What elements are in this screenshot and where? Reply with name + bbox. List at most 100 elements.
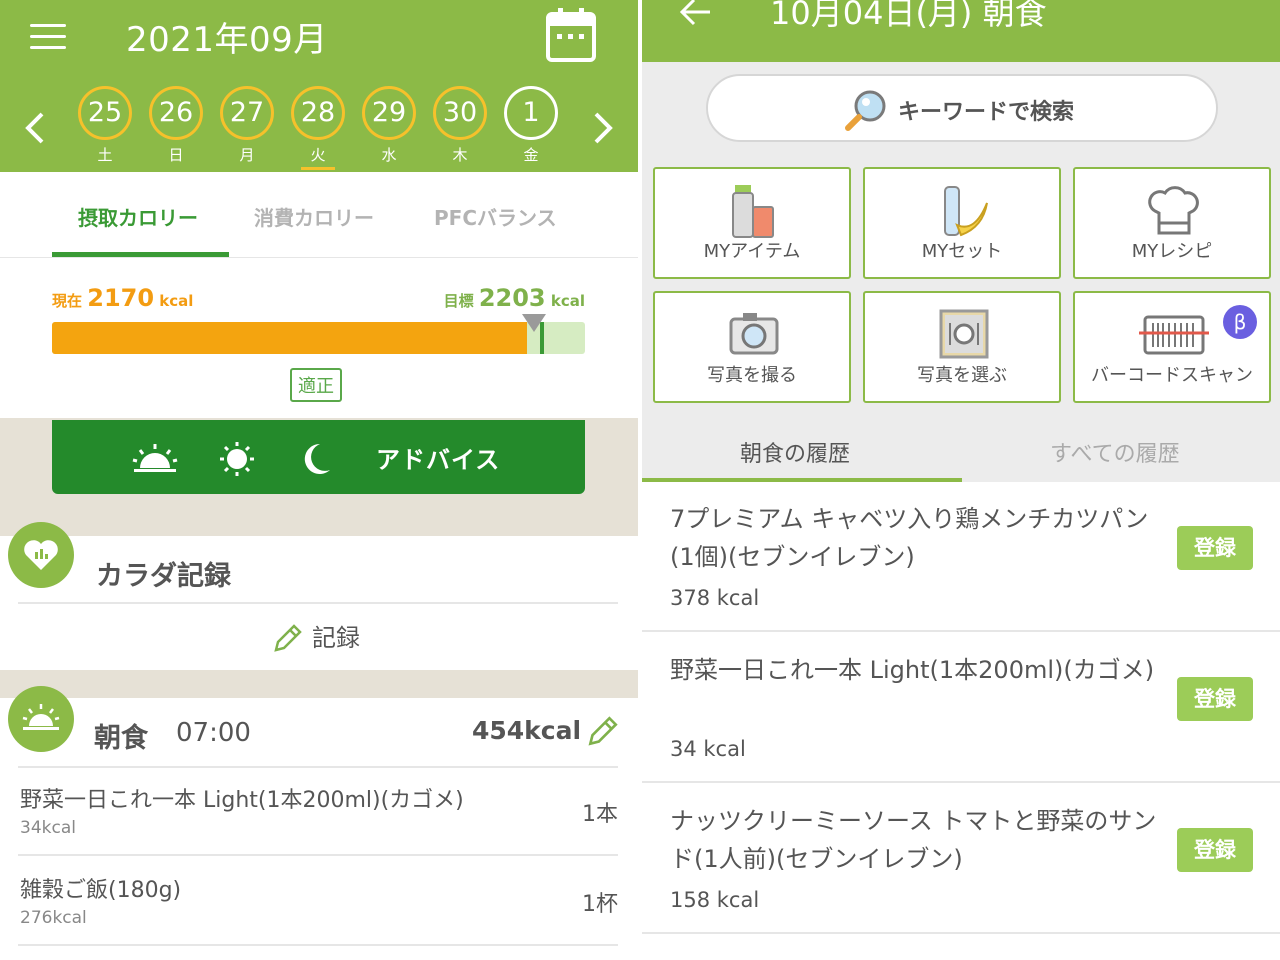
food-quantity: 1杯 <box>582 892 618 917</box>
weekday-label: 土 <box>97 146 113 164</box>
day-25[interactable]: 25 土 <box>78 86 132 165</box>
food-item[interactable]: 雑穀ご飯(180g) 276kcal 1杯 <box>20 872 620 928</box>
day-26[interactable]: 26 日 <box>149 86 203 165</box>
photo-icon <box>939 309 989 359</box>
edit-pencil-icon[interactable] <box>584 714 620 750</box>
prev-week-icon[interactable] <box>20 108 48 155</box>
weekday-label: 火 <box>301 144 335 170</box>
my-set-icon <box>944 186 988 237</box>
divider <box>18 766 618 768</box>
divider <box>18 854 618 856</box>
goal-calories: 目標 2203 kcal <box>444 284 585 312</box>
register-button[interactable]: 登録 <box>1177 677 1253 721</box>
divider <box>18 602 618 604</box>
day-29[interactable]: 29 水 <box>362 86 416 165</box>
tab-burned-calories[interactable]: 消費カロリー <box>254 202 374 231</box>
tab-all-history[interactable]: すべての履歴 <box>1050 436 1180 468</box>
day-number: 30 <box>433 86 487 140</box>
body-record-title: カラダ記録 <box>96 561 231 592</box>
day-number: 26 <box>149 86 203 140</box>
day-number: 28 <box>291 86 345 140</box>
page-title: 10月04日(月) 朝食 <box>770 0 1047 32</box>
record-button[interactable]: 記録 <box>270 618 360 656</box>
my-item-icon <box>732 185 774 238</box>
month-title: 2021年09月 <box>126 20 328 60</box>
background-band <box>0 670 638 698</box>
tab-breakfast-history[interactable]: 朝食の履歴 <box>740 436 850 468</box>
back-arrow-icon[interactable] <box>676 0 716 30</box>
food-item[interactable]: 野菜一日これ一本 Light(1本200ml)(カゴメ) 34kcal 1本 <box>20 782 620 838</box>
goal-label: 目標 <box>443 292 474 310</box>
history-item-name: 野菜一日これ一本 Light(1本200ml)(カゴメ) <box>670 656 1155 684</box>
weekday-label: 水 <box>381 146 397 164</box>
weekday-label: 月 <box>239 146 255 164</box>
my-recipe-label: MYレシピ <box>1131 241 1213 262</box>
goal-pointer-icon <box>522 314 546 332</box>
history-item-name: 7プレミアム キャベツ入り鶏メンチカツパン(1個)(セブンイレブン) <box>670 505 1149 571</box>
day-1[interactable]: 1 金 <box>504 86 558 165</box>
advice-button[interactable]: アドバイス <box>52 420 585 494</box>
my-item-label: MYアイテム <box>703 241 801 262</box>
history-item[interactable]: 7プレミアム キャベツ入り鶏メンチカツパン(1個)(セブンイレブン) 378 k… <box>642 482 1280 632</box>
tab-intake-calories[interactable]: 摂取カロリー <box>78 202 198 231</box>
history-item-name: ナッツクリーミーソース トマトと野菜のサンド(1人前)(セブンイレブン) <box>670 807 1157 873</box>
register-button[interactable]: 登録 <box>1177 526 1253 570</box>
divider <box>18 944 618 946</box>
sunrise-icon <box>132 444 178 472</box>
left-screen: 2021年09月 25 土 26 日 27 月 28 火 29 水 30 木 1… <box>0 0 638 960</box>
pencil-icon <box>274 624 302 652</box>
day-27[interactable]: 27 月 <box>220 86 274 165</box>
tab-pfc-balance[interactable]: PFCバランス <box>434 202 557 231</box>
history-item[interactable]: ナッツクリーミーソース トマトと野菜のサンド(1人前)(セブンイレブン) 158… <box>642 784 1280 934</box>
meal-name: 朝食 <box>94 723 148 754</box>
calorie-progress-fill <box>52 322 527 354</box>
keyword-search-button[interactable]: キーワードで検索 <box>706 74 1218 142</box>
my-set-button[interactable]: MYセット <box>863 167 1061 279</box>
goal-unit: kcal <box>550 292 585 310</box>
advice-label: アドバイス <box>376 446 501 474</box>
my-item-button[interactable]: MYアイテム <box>653 167 851 279</box>
meal-time: 07:00 <box>176 718 251 748</box>
current-calories: 現在 2170 kcal <box>52 284 193 312</box>
heart-chart-icon <box>8 522 74 588</box>
calorie-summary: 現在 2170 kcal 目標 2203 kcal 適正 <box>0 258 638 418</box>
goal-value: 2203 <box>478 284 546 312</box>
current-value: 2170 <box>87 284 155 312</box>
input-method-grid: MYアイテム MYセット MYレシピ 写真を撮る 写真を選ぶ β バーコードスキ… <box>642 154 1280 418</box>
register-button[interactable]: 登録 <box>1177 828 1253 872</box>
day-number: 27 <box>220 86 274 140</box>
food-name: 野菜一日これ一本 Light(1本200ml)(カゴメ) <box>20 788 464 813</box>
day-number: 29 <box>362 86 416 140</box>
search-label: キーワードで検索 <box>898 100 1075 125</box>
active-tab-indicator <box>52 252 229 257</box>
history-item[interactable]: 野菜一日これ一本 Light(1本200ml)(カゴメ) 34 kcal 登録 <box>642 633 1280 783</box>
beta-badge: β <box>1223 305 1257 339</box>
take-photo-button[interactable]: 写真を撮る <box>653 291 851 403</box>
food-name: 雑穀ご飯(180g) <box>20 878 182 903</box>
barcode-scan-button[interactable]: β バーコードスキャン <box>1073 291 1271 403</box>
right-screen: 10月04日(月) 朝食 キーワードで検索 MYアイテム MYセット MYレシピ… <box>642 0 1280 960</box>
food-kcal: 34kcal <box>20 818 76 838</box>
menu-icon[interactable] <box>30 24 66 49</box>
date-header: 2021年09月 25 土 26 日 27 月 28 火 29 水 30 木 1… <box>0 0 638 172</box>
history-item-kcal: 378 kcal <box>670 586 760 610</box>
calorie-tabs: 摂取カロリー 消費カロリー PFCバランス <box>0 172 638 258</box>
search-icon <box>845 90 886 131</box>
weekday-label: 金 <box>523 146 539 164</box>
calendar-icon[interactable] <box>546 8 596 62</box>
history-item-kcal: 34 kcal <box>670 737 746 761</box>
choose-photo-button[interactable]: 写真を選ぶ <box>863 291 1061 403</box>
barcode-scan-label: バーコードスキャン <box>1091 365 1253 386</box>
chef-hat-icon <box>1148 186 1199 235</box>
breakfast-card: 朝食 07:00 454kcal 野菜一日これ一本 Light(1本200ml)… <box>0 686 638 960</box>
next-week-icon[interactable] <box>590 108 618 155</box>
food-quantity: 1本 <box>582 802 618 827</box>
search-area: キーワードで検索 <box>642 62 1280 154</box>
my-set-label: MYセット <box>921 241 1003 262</box>
meal-kcal: 454kcal <box>472 716 582 745</box>
calorie-progress-bar <box>52 314 585 354</box>
my-recipe-button[interactable]: MYレシピ <box>1073 167 1271 279</box>
camera-icon <box>729 313 779 355</box>
day-30[interactable]: 30 木 <box>433 86 487 165</box>
day-28-selected[interactable]: 28 火 <box>291 86 345 170</box>
